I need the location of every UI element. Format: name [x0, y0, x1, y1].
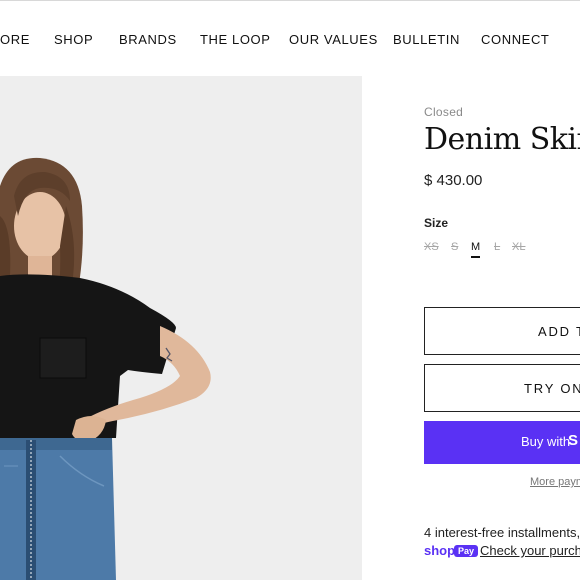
- product-info: Closed Denim Skirt $ 430.00 Size XS S M …: [424, 0, 580, 580]
- buy-with-shop-pay-button[interactable]: Buy with S: [424, 421, 580, 464]
- installments-text: 4 interest-free installments, o: [424, 525, 580, 540]
- size-option-l[interactable]: L: [494, 241, 500, 253]
- add-to-cart-button[interactable]: ADD TO: [424, 307, 580, 355]
- product-image[interactable]: [0, 76, 362, 580]
- nav-item-our-values[interactable]: OUR VALUES: [289, 32, 378, 47]
- shop-pay-logo: shop: [424, 543, 456, 558]
- shop-logo: S: [568, 432, 579, 449]
- try-on-button[interactable]: TRY ON I: [424, 364, 580, 412]
- product-title: Denim Skirt: [424, 122, 580, 157]
- nav-item-explore[interactable]: ORE: [0, 32, 30, 47]
- size-option-xs[interactable]: XS: [424, 241, 439, 253]
- nav-item-shop[interactable]: SHOP: [54, 32, 93, 47]
- size-label: Size: [424, 216, 449, 230]
- try-on-label: TRY ON I: [524, 381, 580, 396]
- add-to-cart-label: ADD TO: [538, 324, 580, 339]
- pay-badge: Pay: [454, 545, 479, 557]
- size-option-s[interactable]: S: [451, 241, 458, 253]
- more-payment-options-link[interactable]: More paym: [530, 476, 580, 488]
- product-price: $ 430.00: [424, 172, 483, 189]
- buy-with-label: Buy with: [521, 434, 571, 449]
- nav-item-brands[interactable]: BRANDS: [119, 32, 177, 47]
- size-option-xl[interactable]: XL: [512, 241, 525, 253]
- model-photo: [0, 76, 362, 580]
- check-purchasing-power-link[interactable]: Check your purcha: [480, 543, 580, 558]
- product-brand[interactable]: Closed: [424, 105, 463, 119]
- size-option-m[interactable]: M: [471, 241, 481, 258]
- nav-item-the-loop[interactable]: THE LOOP: [200, 32, 271, 47]
